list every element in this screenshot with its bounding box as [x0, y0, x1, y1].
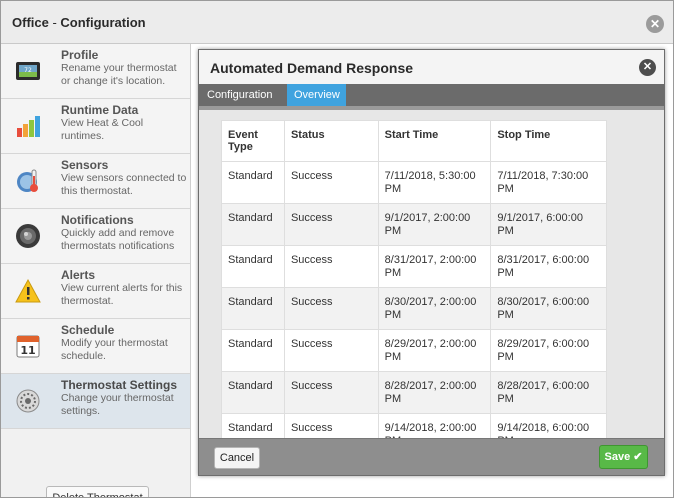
tab-overview[interactable]: Overview	[287, 84, 346, 106]
sidebar: 72 Profile Rename your thermostat or cha…	[1, 44, 191, 497]
cell-status: Success	[283, 413, 379, 438]
cell-status: Success	[283, 203, 379, 246]
cell-start-time: 9/1/2017, 2:00:00 PM	[377, 203, 492, 246]
save-button-label: Save	[604, 451, 631, 463]
sidebar-item-alerts[interactable]: Alerts View current alerts for this ther…	[1, 264, 190, 319]
cell-stop-time: 8/28/2017, 6:00:00 PM	[490, 371, 607, 414]
cell-status: Success	[283, 329, 379, 372]
sidebar-item-sensors[interactable]: Sensors View sensors connected to this t…	[1, 154, 190, 209]
column-header-event-type: Event Type	[221, 120, 285, 162]
sidebar-item-desc: Change your thermostat settings.	[61, 392, 174, 417]
sidebar-item-runtime-data[interactable]: Runtime Data View Heat & Cool runtimes.	[1, 99, 190, 154]
table-row: Standard Success 8/30/2017, 2:00:00 PM 8…	[221, 287, 607, 330]
cell-stop-time: 8/31/2017, 6:00:00 PM	[490, 245, 607, 288]
sidebar-item-schedule[interactable]: 11 Schedule Modify your thermostat sched…	[1, 319, 190, 374]
table-row: Standard Success 9/14/2018, 2:00:00 PM 9…	[221, 413, 607, 438]
cell-start-time: 8/30/2017, 2:00:00 PM	[377, 287, 492, 330]
cell-stop-time: 8/30/2017, 6:00:00 PM	[490, 287, 607, 330]
save-button[interactable]: Save ✔	[599, 445, 648, 469]
svg-text:72: 72	[24, 67, 32, 74]
events-table: Event Type Status Start Time Stop Time S…	[221, 120, 607, 438]
delete-thermostat-button[interactable]: Delete Thermostat	[46, 486, 149, 497]
sidebar-item-title: Profile	[61, 48, 99, 62]
cell-event-type: Standard	[221, 329, 285, 372]
cell-stop-time: 8/29/2017, 6:00:00 PM	[490, 329, 607, 372]
table-row: Standard Success 8/29/2017, 2:00:00 PM 8…	[221, 329, 607, 372]
cell-stop-time: 9/14/2018, 6:00:00 PM	[490, 413, 607, 438]
table-header-row: Event Type Status Start Time Stop Time	[221, 120, 607, 162]
dialog-header: Automated Demand Response ✕	[199, 50, 664, 84]
cell-stop-time: 9/1/2017, 6:00:00 PM	[490, 203, 607, 246]
sidebar-item-title: Schedule	[61, 323, 115, 337]
sidebar-item-title: Sensors	[61, 158, 109, 172]
window-close-icon[interactable]: ✕	[646, 15, 664, 33]
table-row: Standard Success 8/28/2017, 2:00:00 PM 8…	[221, 371, 607, 414]
cell-start-time: 8/31/2017, 2:00:00 PM	[377, 245, 492, 288]
thermometer-icon	[15, 168, 41, 194]
warning-icon	[15, 278, 41, 304]
table-row: Standard Success 8/31/2017, 2:00:00 PM 8…	[221, 245, 607, 288]
cell-event-type: Standard	[221, 371, 285, 414]
thermostat-display-icon: 72	[15, 58, 41, 84]
column-header-status: Status	[283, 120, 379, 162]
sidebar-item-title: Runtime Data	[61, 103, 139, 117]
sidebar-item-desc: View sensors connected to this thermosta…	[61, 172, 187, 197]
cell-status: Success	[283, 245, 379, 288]
app-frame: Office - Configuration ✕ 72 Profile Rena…	[0, 0, 674, 498]
column-header-start-time: Start Time	[377, 120, 492, 162]
table-row: Standard Success 9/1/2017, 2:00:00 PM 9/…	[221, 203, 607, 246]
sidebar-item-thermostat-settings[interactable]: Thermostat Settings Change your thermost…	[1, 374, 190, 429]
window-header: Office - Configuration ✕	[1, 1, 673, 44]
cell-status: Success	[283, 161, 379, 204]
demand-response-dialog: Automated Demand Response ✕ Configuratio…	[198, 49, 665, 476]
checkmark-icon: ✔	[633, 451, 643, 463]
window-title-suffix: Configuration	[60, 15, 146, 30]
sidebar-item-title: Thermostat Settings	[61, 378, 178, 392]
dialog-tabs: Configuration Overview	[199, 84, 664, 110]
sidebar-item-desc: View Heat & Cool runtimes.	[61, 117, 144, 142]
calendar-day-number: 11	[20, 344, 35, 357]
cancel-button[interactable]: Cancel	[214, 447, 260, 469]
sidebar-item-title: Notifications	[61, 213, 134, 227]
cell-start-time: 8/29/2017, 2:00:00 PM	[377, 329, 492, 372]
cell-status: Success	[283, 287, 379, 330]
window-title: Office - Configuration	[12, 15, 146, 30]
column-header-stop-time: Stop Time	[490, 120, 607, 162]
calendar-icon: 11	[15, 333, 41, 359]
dialog-close-icon[interactable]: ✕	[639, 59, 656, 76]
gear-icon	[15, 388, 41, 414]
dialog-title: Automated Demand Response	[210, 60, 414, 76]
dialog-footer: Cancel Save ✔	[199, 438, 664, 475]
window-title-prefix: Office	[12, 15, 49, 30]
cell-event-type: Standard	[221, 287, 285, 330]
cell-start-time: 9/14/2018, 2:00:00 PM	[377, 413, 492, 438]
sidebar-item-notifications[interactable]: Notifications Quickly add and remove the…	[1, 209, 190, 264]
tab-configuration[interactable]: Configuration	[200, 84, 286, 106]
sidebar-item-title: Alerts	[61, 268, 96, 282]
bar-chart-icon	[15, 113, 41, 139]
table-row: Standard Success 7/11/2018, 5:30:00 PM 7…	[221, 161, 607, 204]
cell-start-time: 7/11/2018, 5:30:00 PM	[377, 161, 492, 204]
sidebar-item-desc: View current alerts for this thermostat.	[61, 282, 183, 307]
cell-event-type: Standard	[221, 203, 285, 246]
sidebar-item-desc: Modify your thermostat schedule.	[61, 337, 168, 362]
sidebar-item-profile[interactable]: 72 Profile Rename your thermostat or cha…	[1, 44, 190, 99]
window-title-separator: -	[48, 15, 61, 30]
cell-event-type: Standard	[221, 245, 285, 288]
cell-stop-time: 7/11/2018, 7:30:00 PM	[490, 161, 607, 204]
cell-start-time: 8/28/2017, 2:00:00 PM	[377, 371, 492, 414]
sidebar-item-desc: Quickly add and remove thermostats notif…	[61, 227, 175, 252]
cell-event-type: Standard	[221, 161, 285, 204]
cell-event-type: Standard	[221, 413, 285, 438]
cell-status: Success	[283, 371, 379, 414]
speaker-icon	[15, 223, 41, 249]
dialog-body: Event Type Status Start Time Stop Time S…	[199, 110, 664, 438]
sidebar-item-desc: Rename your thermostat or change it's lo…	[61, 62, 177, 87]
